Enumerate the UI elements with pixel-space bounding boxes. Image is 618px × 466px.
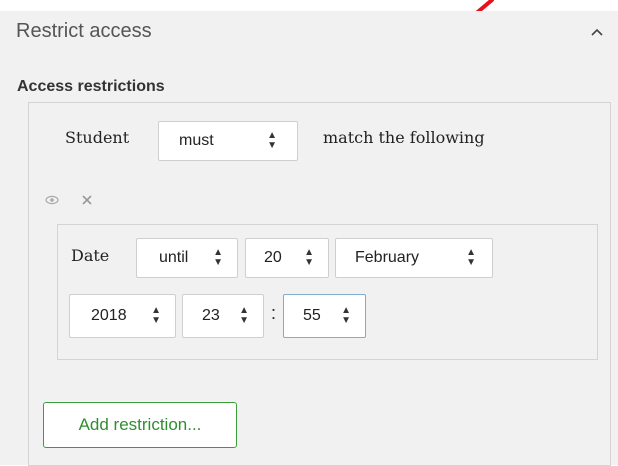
- select-arrows-icon: ▲ ▼: [341, 305, 351, 326]
- must-select-value: must: [179, 132, 214, 149]
- panel-title[interactable]: Restrict access: [16, 20, 152, 43]
- direction-select-value: until: [159, 249, 189, 266]
- student-label: Student: [65, 128, 130, 147]
- select-arrows-icon: ▲ ▼: [239, 305, 249, 326]
- close-icon[interactable]: [80, 193, 94, 207]
- day-select-value: 20: [264, 249, 282, 266]
- year-select-value: 2018: [91, 307, 127, 324]
- direction-select[interactable]: until ▲ ▼: [136, 238, 238, 278]
- select-arrows-icon: ▲ ▼: [267, 130, 277, 151]
- select-arrows-icon: ▲ ▼: [151, 305, 161, 326]
- minute-select-value: 55: [303, 307, 321, 324]
- minute-select[interactable]: 55 ▲ ▼: [283, 294, 366, 338]
- year-select[interactable]: 2018 ▲ ▼: [69, 294, 176, 338]
- hour-select[interactable]: 23 ▲ ▼: [182, 294, 264, 338]
- add-restriction-button[interactable]: Add restriction...: [43, 402, 237, 448]
- match-text: match the following: [323, 128, 485, 147]
- hour-select-value: 23: [202, 307, 220, 324]
- select-arrows-icon: ▲ ▼: [213, 247, 223, 268]
- chevron-up-icon[interactable]: [588, 23, 606, 41]
- select-arrows-icon: ▲ ▼: [304, 247, 314, 268]
- access-restrictions-label: Access restrictions: [17, 78, 165, 95]
- eye-icon[interactable]: [44, 193, 60, 207]
- month-select-value: February: [355, 249, 420, 266]
- must-select[interactable]: must ▲ ▼: [158, 121, 298, 161]
- month-select[interactable]: February ▲ ▼: [335, 238, 493, 278]
- date-label: Date: [71, 246, 110, 265]
- time-separator: :: [271, 303, 277, 323]
- day-select[interactable]: 20 ▲ ▼: [245, 238, 329, 278]
- select-arrows-icon: ▲ ▼: [466, 247, 476, 268]
